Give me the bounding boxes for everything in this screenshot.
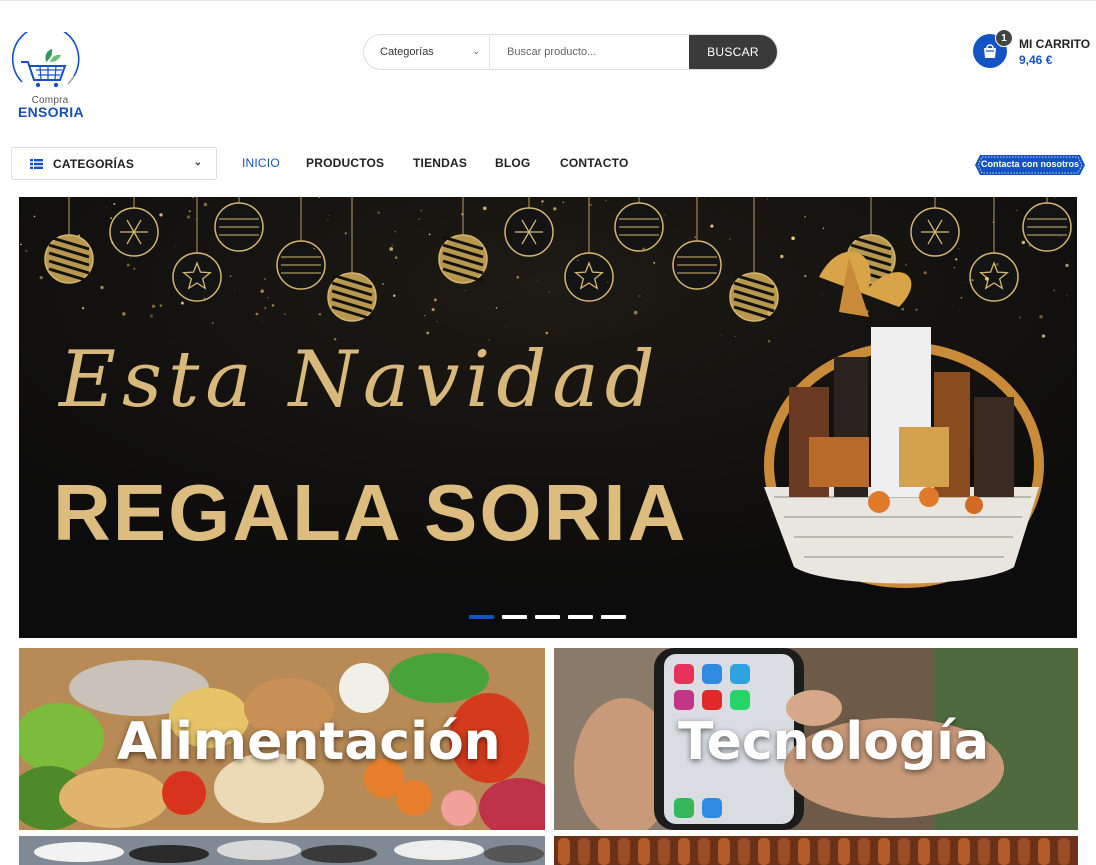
contact-us-label: Contacta con nosotros	[980, 159, 1079, 169]
list-icon	[30, 158, 43, 169]
category-tile-hogar[interactable]	[554, 836, 1078, 865]
cart-widget[interactable]: 1 MI CARRITO 9,46 €	[972, 29, 1092, 72]
nav-link-inicio[interactable]: INICIO	[242, 156, 280, 170]
category-tile-alimentacion[interactable]: Alimentación	[19, 648, 545, 830]
hero-script-heading: Esta Navidad	[59, 335, 661, 425]
cart-total: 9,46 €	[1019, 53, 1053, 67]
cars-photo	[19, 836, 545, 865]
categories-dropdown[interactable]: CATEGORÍAS ⌄	[11, 147, 217, 180]
search-input[interactable]	[490, 35, 689, 69]
tile-title: Tecnología	[678, 712, 990, 772]
slider-dot[interactable]	[601, 615, 626, 619]
nav-link-tiendas[interactable]: TIENDAS	[413, 156, 467, 170]
slider-dot[interactable]	[502, 615, 527, 619]
chevron-down-icon: ⌄	[472, 46, 480, 56]
wood-photo	[554, 836, 1078, 865]
search-button[interactable]: BUSCAR	[689, 35, 777, 69]
search-category-label: Categorías	[380, 46, 434, 58]
cart-title: MI CARRITO	[1019, 37, 1091, 51]
slider-dot[interactable]	[469, 615, 494, 619]
contact-us-button[interactable]: Contacta con nosotros	[974, 154, 1086, 176]
top-border	[0, 0, 1096, 1]
logo-line-2: ENSORIA	[18, 104, 84, 120]
cart-count-badge: 1	[995, 29, 1013, 47]
category-tile-motor[interactable]	[19, 836, 545, 865]
slider-dot[interactable]	[568, 615, 593, 619]
chevron-down-icon: ⌄	[193, 157, 202, 168]
search-bar: Categorías ⌄ BUSCAR	[363, 34, 778, 70]
nav-link-blog[interactable]: BLOG	[495, 156, 530, 170]
logo-cart-icon	[11, 25, 80, 88]
slider-pagination	[469, 615, 626, 619]
slider-dot[interactable]	[535, 615, 560, 619]
nav-link-contacto[interactable]: CONTACTO	[560, 156, 629, 170]
tile-title: Alimentación	[117, 712, 501, 772]
site-logo[interactable]: Compra ENSORIA	[8, 25, 88, 122]
hero-slider[interactable]: Esta Navidad REGALA SORIA	[19, 197, 1077, 638]
categories-label: CATEGORÍAS	[53, 156, 135, 171]
nav-link-productos[interactable]: PRODUCTOS	[306, 156, 384, 170]
category-tile-tecnologia[interactable]: Tecnología	[554, 648, 1078, 830]
search-category-select[interactable]: Categorías ⌄	[364, 35, 490, 69]
hero-main-heading: REGALA SORIA	[53, 468, 688, 557]
